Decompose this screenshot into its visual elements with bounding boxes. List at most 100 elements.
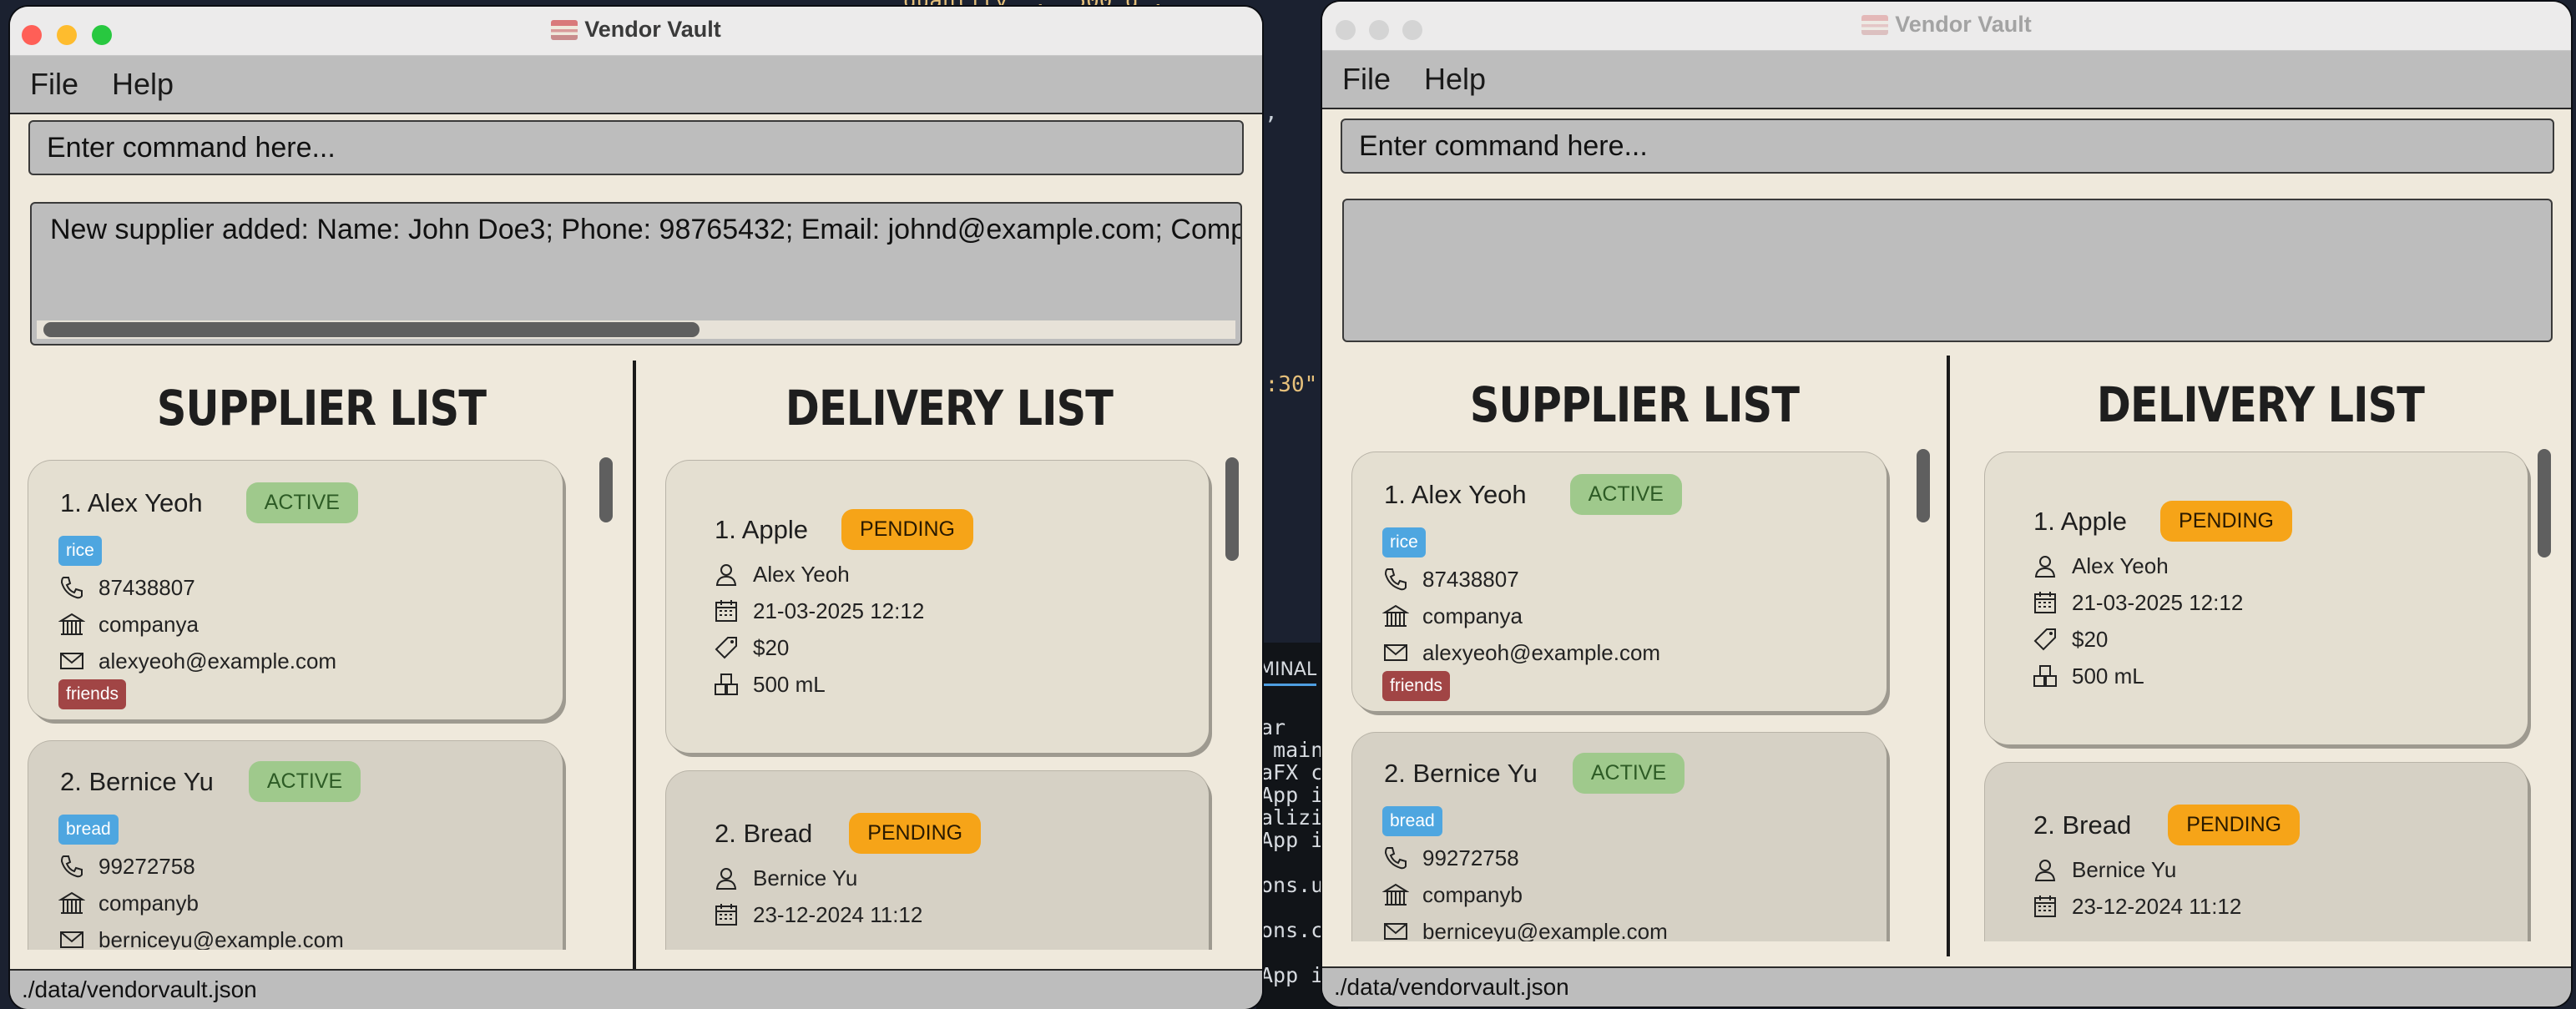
envelope-icon [60, 653, 83, 669]
delivery-list-scrollbar[interactable] [2538, 449, 2551, 557]
terminal-line: App i [1260, 963, 1324, 987]
product-tag: bread [1382, 806, 1442, 836]
terminal-line: ons.c [1260, 918, 1324, 942]
envelope-icon [1384, 644, 1407, 661]
phone-icon [1384, 568, 1407, 591]
window-title: Vendor Vault [1322, 12, 2571, 38]
phone-icon [60, 855, 83, 878]
boxes-icon [2033, 665, 2057, 687]
supplier-field: Alex Yeoh [2032, 552, 2169, 579]
delivery-name: 2. Bread [715, 818, 813, 848]
result-display: New supplier added: Name: John Doe3; Pho… [30, 202, 1242, 346]
datetime-field: 23-12-2024 11:12 [713, 901, 922, 928]
supplier-list-scrollbar[interactable] [599, 457, 613, 522]
supplier-name: 2. Bernice Yu [1384, 758, 1538, 788]
data-file-path: ./data/vendorvault.json [22, 976, 257, 1002]
result-display [1342, 199, 2553, 342]
supplier-list-title: SUPPLIER LIST [1469, 376, 1800, 433]
delivery-card[interactable]: 2. Bread PENDING Bernice Yu 23-12-2024 1… [1985, 763, 2528, 941]
calendar-icon [715, 600, 737, 622]
terminal-line: aFX c [1260, 760, 1324, 784]
phone-field: 99272758 [58, 853, 195, 880]
building-icon [1382, 883, 1409, 906]
delivery-list-scrollbar[interactable] [1225, 457, 1239, 561]
delivery-list[interactable]: 1. Apple PENDING Alex Yeoh 21-03-2025 12… [1958, 444, 2563, 941]
title-bar[interactable]: Vendor Vault [10, 7, 1262, 56]
background-code: , [1265, 100, 1278, 125]
phone-icon [60, 577, 83, 599]
panel-divider [633, 361, 636, 970]
phone-field: 87438807 [58, 574, 195, 601]
phone-icon [1384, 847, 1407, 870]
price-tag-icon [2033, 628, 2056, 651]
supplier-field: Bernice Yu [713, 865, 857, 891]
supplier-list[interactable]: 1. Alex Yeoh ACTIVE rice 87438807 compan… [1331, 444, 1938, 941]
window-title: Vendor Vault [10, 17, 1262, 43]
company-field: companyb [58, 890, 199, 916]
menu-bar: File Help [1322, 51, 2571, 109]
building-icon [58, 613, 85, 635]
command-input[interactable]: Enter command here... [1341, 119, 2554, 174]
delivery-card[interactable]: 1. Apple PENDING Alex Yeoh 21-03-2025 12… [666, 461, 1209, 753]
email-field: alexyeoh@example.com [58, 648, 336, 674]
building-icon [58, 891, 85, 914]
supplier-list-title: SUPPLIER LIST [156, 380, 487, 436]
boxes-icon [715, 674, 738, 695]
menu-file[interactable]: File [30, 67, 78, 102]
status-badge: ACTIVE [248, 761, 361, 802]
supplier-list[interactable]: 1. Alex Yeoh ACTIVE rice 87438807 compan… [18, 449, 624, 950]
datetime-field: 21-03-2025 12:12 [713, 598, 924, 624]
menu-file[interactable]: File [1342, 62, 1391, 97]
email-field: berniceyu@example.com [1382, 918, 1668, 941]
delivery-list[interactable]: 1. Apple PENDING Alex Yeoh 21-03-2025 12… [644, 449, 1254, 950]
person-icon [715, 868, 737, 890]
terminal-line: App i [1260, 783, 1324, 807]
product-tag: bread [58, 815, 119, 845]
envelope-icon [60, 931, 83, 948]
supplier-card[interactable]: 1. Alex Yeoh ACTIVE rice 87438807 compan… [28, 461, 563, 719]
terminal-line: ons.u [1260, 873, 1324, 897]
building-icon [1382, 604, 1409, 627]
delivery-card[interactable]: 2. Bread PENDING Bernice Yu 23-12-2024 1… [666, 771, 1209, 950]
person-icon [2034, 556, 2056, 578]
terminal-line: App i [1260, 828, 1324, 852]
horizontal-scrollbar-thumb[interactable] [43, 322, 700, 337]
product-tag: rice [1382, 527, 1426, 557]
command-input[interactable]: Enter command here... [28, 120, 1244, 175]
status-bar: ./data/vendorvault.json [1322, 966, 2571, 1006]
supplier-tag: friends [58, 679, 127, 709]
calendar-icon [2034, 895, 2056, 917]
vendor-vault-window-active: Vendor Vault File Help Enter command her… [10, 7, 1262, 1009]
email-field: berniceyu@example.com [58, 926, 344, 950]
terminal-line: main [1260, 738, 1324, 762]
company-field: companyb [1382, 881, 1523, 908]
supplier-name: 1. Alex Yeoh [60, 487, 203, 517]
delivery-name: 1. Apple [2033, 506, 2128, 536]
status-badge: ACTIVE [245, 482, 358, 523]
menu-help[interactable]: Help [112, 67, 174, 102]
status-badge: PENDING [2160, 501, 2292, 542]
person-icon [715, 564, 737, 586]
delivery-list-title: DELIVERY LIST [2096, 376, 2425, 433]
email-field: alexyeoh@example.com [1382, 639, 1660, 666]
delivery-card[interactable]: 1. Apple PENDING Alex Yeoh 21-03-2025 12… [1985, 452, 2528, 744]
quantity-field: 500 mL [713, 671, 826, 698]
title-bar[interactable]: Vendor Vault [1322, 2, 2571, 51]
app-icon [551, 20, 578, 40]
supplier-card[interactable]: 2. Bernice Yu ACTIVE bread 99272758 comp… [1352, 733, 1887, 941]
result-message: New supplier added: Name: John Doe3; Pho… [50, 214, 1242, 245]
supplier-field: Bernice Yu [2032, 856, 2176, 883]
company-field: companya [58, 611, 199, 638]
supplier-card[interactable]: 1. Alex Yeoh ACTIVE rice 87438807 compan… [1352, 452, 1887, 711]
datetime-field: 23-12-2024 11:12 [2032, 893, 2241, 920]
phone-field: 87438807 [1382, 566, 1519, 593]
menu-help[interactable]: Help [1424, 62, 1486, 97]
delivery-list-title: DELIVERY LIST [785, 380, 1114, 436]
supplier-field: Alex Yeoh [713, 561, 850, 588]
calendar-icon [715, 904, 737, 926]
person-icon [2034, 860, 2056, 881]
data-file-path: ./data/vendorvault.json [1334, 974, 1569, 1000]
supplier-card[interactable]: 2. Bernice Yu ACTIVE bread 99272758 comp… [28, 741, 563, 950]
terminal-tab: MINAL [1259, 659, 1317, 686]
supplier-list-scrollbar[interactable] [1917, 449, 1930, 522]
